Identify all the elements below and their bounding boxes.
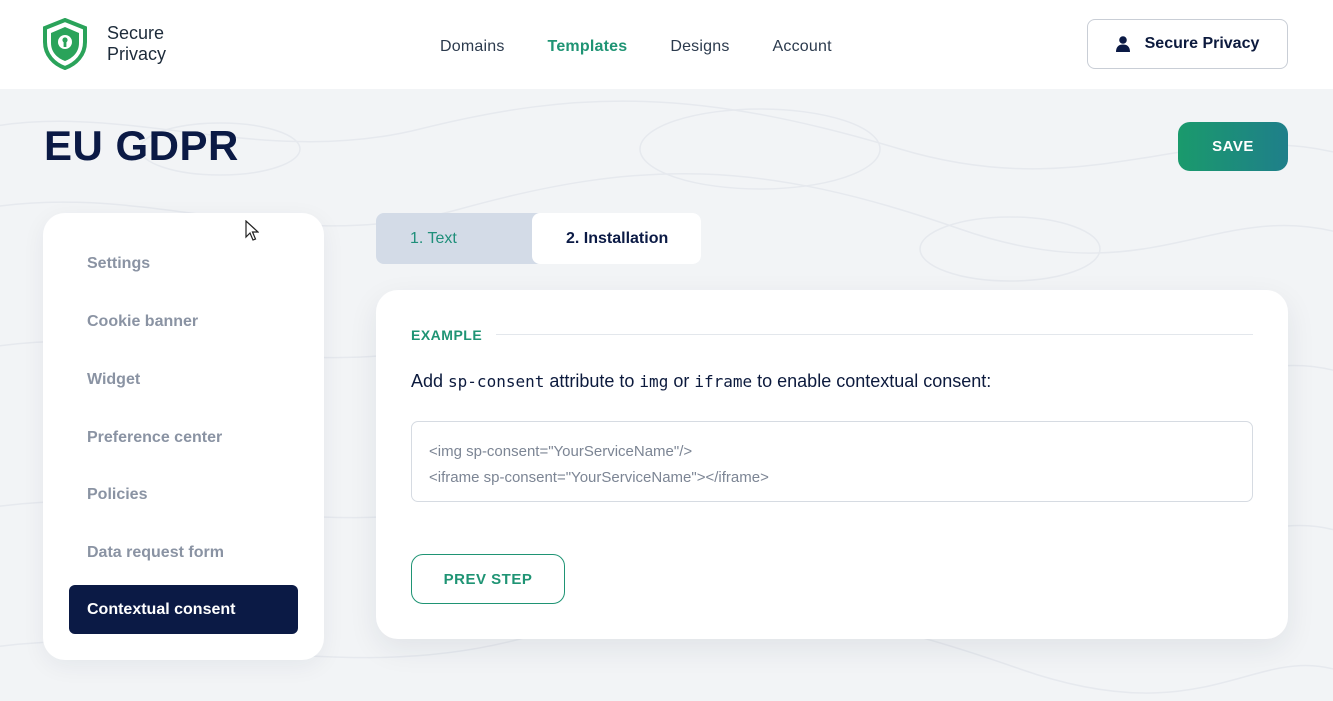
- logo-line-2: Privacy: [107, 44, 167, 64]
- sidebar-item-cookie-banner[interactable]: Cookie banner: [69, 297, 298, 346]
- tab-text[interactable]: 1. Text: [410, 213, 457, 264]
- sidebar: Settings Cookie banner Widget Preference…: [43, 213, 324, 660]
- sidebar-item-settings[interactable]: Settings: [69, 239, 298, 288]
- nav-designs[interactable]: Designs: [670, 38, 729, 56]
- sidebar-item-contextual-consent[interactable]: Contextual consent: [69, 585, 298, 634]
- instruction-code-1: sp-consent: [448, 372, 545, 391]
- sidebar-item-policies[interactable]: Policies: [69, 470, 298, 519]
- code-line-img: <img sp-consent="YourServiceName"/>: [429, 443, 693, 460]
- logo-text: Secure Privacy: [107, 23, 166, 65]
- nav-templates[interactable]: Templates: [548, 38, 628, 56]
- code-example-box[interactable]: <img sp-consent="YourServiceName"/> <ifr…: [411, 421, 1253, 502]
- section-divider: [496, 334, 1253, 335]
- code-line-iframe: <iframe sp-consent="YourServiceName"></i…: [429, 469, 769, 486]
- account-button[interactable]: Secure Privacy: [1087, 19, 1288, 69]
- account-button-label: Secure Privacy: [1144, 35, 1260, 52]
- save-button[interactable]: SAVE: [1178, 122, 1288, 171]
- instruction-part-1: Add: [411, 371, 449, 391]
- user-icon: [1115, 36, 1130, 52]
- logo-line-1: Secure: [107, 23, 165, 43]
- prev-step-button[interactable]: PREV STEP: [411, 554, 565, 604]
- main-nav: Domains Templates Designs Account: [440, 38, 875, 56]
- nav-domains[interactable]: Domains: [440, 38, 505, 56]
- shield-logo-icon: [43, 18, 87, 70]
- page-title: EU GDPR: [44, 122, 239, 169]
- instruction-code-3: iframe: [694, 372, 753, 391]
- instruction-part-4: to enable contextual consent:: [752, 371, 992, 391]
- instruction-part-3: or: [668, 371, 695, 391]
- section-label: EXAMPLE: [411, 327, 483, 343]
- instruction-text: Add sp-consent attribute to img or ifram…: [411, 371, 991, 392]
- sidebar-item-widget[interactable]: Widget: [69, 355, 298, 404]
- instruction-part-2: attribute to: [544, 371, 640, 391]
- mouse-cursor-icon: [245, 220, 259, 241]
- logo[interactable]: Secure Privacy: [41, 18, 166, 70]
- content-card: EXAMPLE Add sp-consent attribute to img …: [376, 290, 1288, 639]
- sidebar-item-data-request-form[interactable]: Data request form: [69, 528, 298, 577]
- instruction-code-2: img: [639, 372, 669, 391]
- top-bar: Secure Privacy Domains Templates Designs…: [0, 0, 1333, 89]
- nav-account[interactable]: Account: [773, 38, 832, 56]
- step-tabs: 1. Text 2. Installation: [376, 213, 701, 264]
- tab-installation[interactable]: 2. Installation: [532, 213, 701, 264]
- sidebar-item-preference-center[interactable]: Preference center: [69, 413, 298, 462]
